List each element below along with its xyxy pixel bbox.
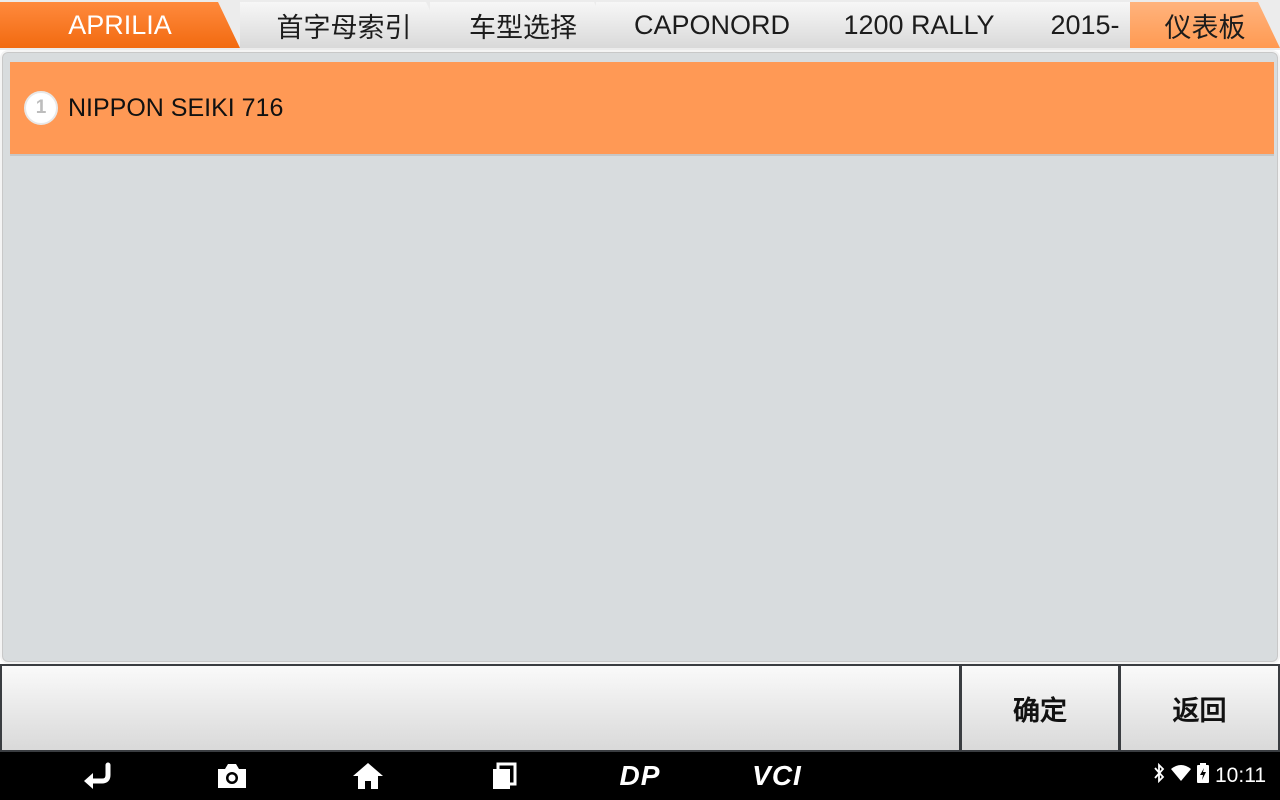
status-area: 10:11 bbox=[1153, 762, 1266, 790]
wifi-icon bbox=[1171, 764, 1191, 788]
home-icon[interactable] bbox=[344, 758, 392, 794]
vci-label: VCI bbox=[752, 760, 802, 791]
breadcrumb-model-select[interactable]: 车型选择 bbox=[430, 2, 616, 48]
back-arrow-icon[interactable] bbox=[74, 758, 122, 794]
app-window: APRILIA 首字母索引 车型选择 CAPONORD 1200 RALLY 2… bbox=[0, 0, 1280, 800]
system-nav-bar: DP VCI 10:11 bbox=[0, 752, 1280, 800]
breadcrumb-dashboard[interactable]: 仪表板 bbox=[1130, 2, 1280, 48]
dp-label: DP bbox=[619, 760, 661, 791]
battery-icon bbox=[1197, 763, 1209, 789]
camera-icon[interactable] bbox=[208, 758, 256, 794]
breadcrumb-aprilia[interactable]: APRILIA bbox=[0, 2, 240, 48]
list-item-nippon-seiki[interactable]: 1 NIPPON SEIKI 716 bbox=[10, 62, 1274, 156]
breadcrumb-label: CAPONORD bbox=[633, 9, 790, 40]
system-list-panel: 1 NIPPON SEIKI 716 bbox=[0, 50, 1280, 664]
dp-button[interactable]: DP bbox=[610, 758, 670, 794]
back-button[interactable]: 返回 bbox=[1121, 666, 1278, 750]
vci-button[interactable]: VCI bbox=[744, 758, 810, 794]
list-item-label: NIPPON SEIKI 716 bbox=[68, 93, 284, 122]
breadcrumb-label: 2015- bbox=[1050, 9, 1120, 40]
breadcrumb-label: APRILIA bbox=[68, 9, 172, 40]
breadcrumb: APRILIA 首字母索引 车型选择 CAPONORD 1200 RALLY 2… bbox=[0, 0, 1280, 50]
breadcrumb-label: 仪表板 bbox=[1164, 12, 1246, 43]
action-bar-spacer bbox=[2, 666, 959, 750]
bluetooth-icon bbox=[1153, 762, 1165, 789]
confirm-button[interactable]: 确定 bbox=[962, 666, 1118, 750]
breadcrumb-initial-index[interactable]: 首字母索引 bbox=[240, 2, 448, 48]
breadcrumb-1200-rally[interactable]: 1200 RALLY bbox=[802, 2, 1036, 48]
item-number-badge: 1 bbox=[24, 91, 58, 125]
breadcrumb-caponord[interactable]: CAPONORD bbox=[596, 2, 828, 48]
recent-apps-icon[interactable] bbox=[480, 758, 528, 794]
action-bar: 确定 返回 bbox=[0, 664, 1280, 752]
breadcrumb-label: 首字母索引 bbox=[276, 12, 412, 43]
clock: 10:11 bbox=[1215, 764, 1266, 787]
breadcrumb-label: 1200 RALLY bbox=[843, 9, 995, 40]
breadcrumb-label: 车型选择 bbox=[469, 12, 577, 43]
